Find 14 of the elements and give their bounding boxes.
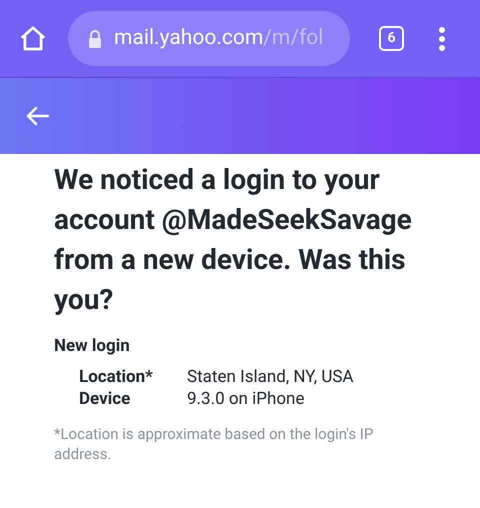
detail-label: Location* <box>79 366 154 388</box>
detail-value: Staten Island, NY, USA <box>187 366 355 388</box>
menu-icon[interactable] <box>438 26 446 52</box>
section-title: New login <box>54 335 131 358</box>
tab-count[interactable]: 6 <box>379 26 404 51</box>
lock-icon <box>88 30 102 48</box>
detail-label: Device <box>79 388 132 410</box>
location-note: *Location is approximate based on the login's IP address. <box>54 424 374 464</box>
home-icon[interactable] <box>18 24 48 54</box>
back-arrow-icon[interactable] <box>26 106 50 126</box>
heading: We noticed a login to your account @MadeSeekSavage from a new device. Was this you? <box>54 162 413 318</box>
address-bar[interactable]: mail.yahoo.com/m/fol <box>68 11 350 66</box>
url-text: mail.yahoo.com/m/fol <box>114 24 324 52</box>
detail-value: 9.3.0 on iPhone <box>187 388 306 410</box>
